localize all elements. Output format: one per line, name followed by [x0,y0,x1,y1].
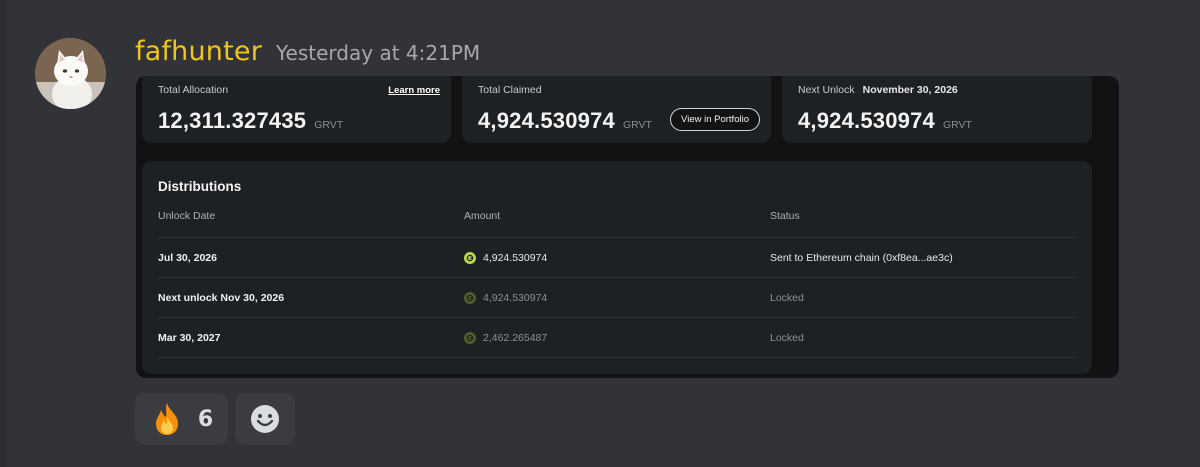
distributions-table: Unlock Date Amount Status Jul 30, 2026 4… [158,210,1076,358]
learn-more-link[interactable]: Learn more [388,85,440,96]
amount-value: 4,924.530974 [483,251,548,264]
fire-emoji-icon [155,403,178,435]
unlock-date-cell: Mar 30, 2027 [158,331,221,344]
amount-cell: 2,462.265487 [464,331,770,344]
total-allocation-value: 12,311.327435 [158,108,307,133]
status-cell: Locked [770,291,804,304]
next-unlock-value: 4,924.530974 [798,108,935,133]
view-in-portfolio-button[interactable]: View in Portfolio [670,108,760,131]
add-reaction-button[interactable] [235,393,295,445]
distributions-title: Distributions [158,179,242,194]
username[interactable]: fafhunter [135,36,262,67]
distributions-card: Distributions Unlock Date Amount Status … [142,161,1092,374]
column-header-status: Status [770,210,800,222]
total-allocation-unit: GRVT [314,119,344,131]
fire-reaction-button[interactable]: 6 [135,393,228,445]
table-row: Next unlock Nov 30, 2026 4,924.530974 Lo… [158,278,1076,318]
channel-divider [0,0,6,467]
next-unlock-unit: GRVT [942,119,972,131]
status-cell: Locked [770,331,804,344]
next-unlock-card: Next Unlock November 30, 2026 4,924.5309… [782,76,1092,143]
message-image-embed[interactable]: Total Allocation Learn more 12,311.32743… [136,76,1119,378]
unlock-date-cell: Next unlock Nov 30, 2026 [158,291,285,304]
total-claimed-card: Total Claimed 4,924.530974 GRVT View in … [462,76,771,143]
total-allocation-card: Total Allocation Learn more 12,311.32743… [142,76,451,143]
grvt-token-icon [464,251,476,264]
grvt-token-icon [464,291,476,304]
grvt-token-icon [464,331,476,344]
total-claimed-value: 4,924.530974 [478,108,615,133]
total-allocation-label: Total Allocation [158,84,229,96]
timestamp[interactable]: Yesterday at 4:21PM [276,41,480,65]
table-header-row: Unlock Date Amount Status [158,210,1076,238]
status-cell: Sent to Ethereum chain (0xf8ea...ae3c) [770,251,953,264]
column-header-amount: Amount [464,210,501,222]
unlock-date-cell: Jul 30, 2026 [158,251,217,264]
message-header: fafhunter Yesterday at 4:21PM [135,36,480,72]
table-row: Mar 30, 2027 2,462.265487 Locked [158,318,1076,358]
amount-value: 2,462.265487 [483,331,548,344]
next-unlock-date: November 30, 2026 [862,84,958,96]
table-row: Jul 30, 2026 4,924.530974 Sent to Ethere… [158,238,1076,278]
user-avatar[interactable] [35,38,106,109]
total-claimed-unit: GRVT [622,119,652,131]
amount-cell: 4,924.530974 [464,251,770,264]
amount-cell: 4,924.530974 [464,291,770,304]
white-cat-avatar-icon [35,38,106,109]
fire-reaction-count: 6 [197,406,214,432]
smiley-add-reaction-icon [251,405,279,433]
column-header-unlock-date: Unlock Date [158,210,216,222]
next-unlock-label: Next Unlock [798,84,855,96]
total-claimed-label: Total Claimed [478,84,542,96]
amount-value: 4,924.530974 [483,291,548,304]
